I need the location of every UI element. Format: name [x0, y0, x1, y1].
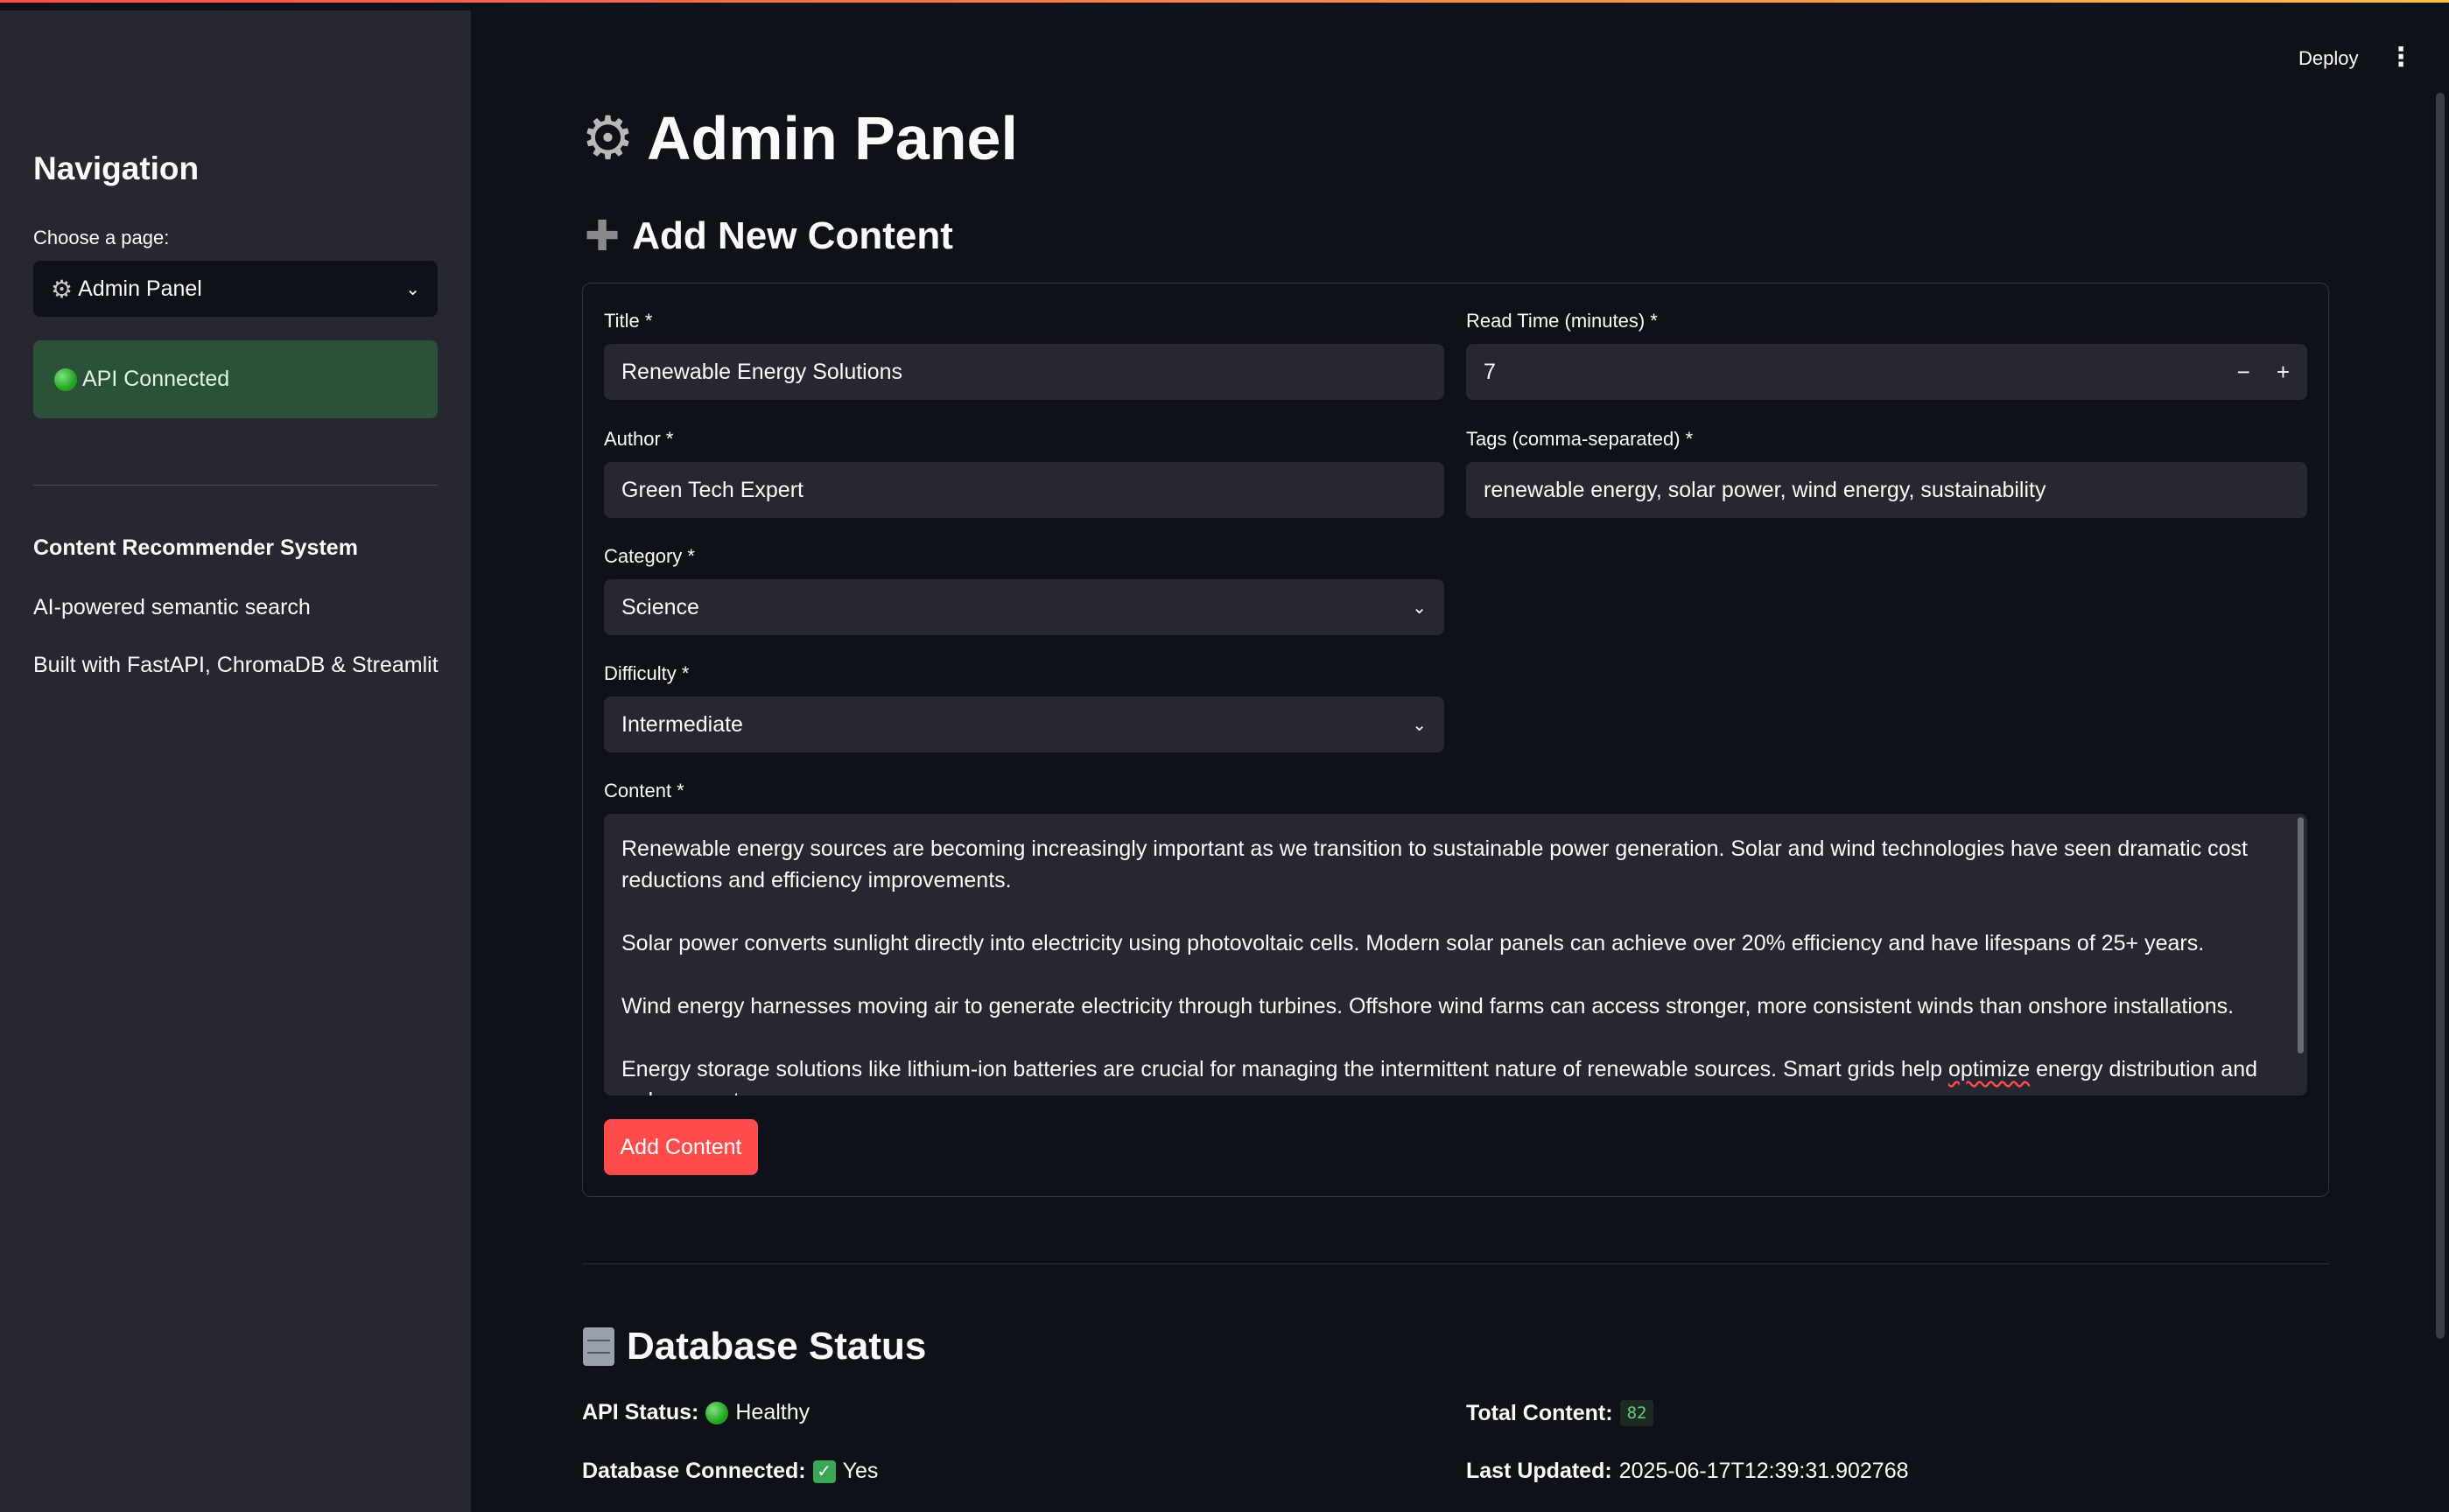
- tags-input-value: renewable energy, solar power, wind ener…: [1484, 477, 2046, 502]
- category-select[interactable]: Science ⌄: [604, 579, 1444, 635]
- total-content-stat: Total Content: 82: [1466, 1400, 1654, 1426]
- content-paragraph: Renewable energy sources are becoming in…: [621, 836, 2248, 892]
- sidebar: Navigation Choose a page: ⚙ Admin Panel …: [0, 10, 471, 1512]
- check-mark-icon: ✓: [812, 1460, 836, 1483]
- category-select-value: Science: [621, 594, 699, 620]
- chevron-down-icon: ⌄: [1412, 598, 1427, 618]
- api-status-stat: API Status: Healthy: [582, 1400, 810, 1425]
- author-input[interactable]: Green Tech Expert: [604, 462, 1444, 518]
- api-status-label: API Status:: [582, 1400, 699, 1424]
- chevron-down-icon: ⌄: [1412, 715, 1427, 735]
- content-textarea[interactable]: Renewable energy sources are becoming in…: [604, 814, 2307, 1096]
- total-content-value: 82: [1619, 1400, 1654, 1426]
- add-content-heading: ✚ Add New Content: [585, 212, 953, 261]
- title-input[interactable]: Renewable Energy Solutions: [604, 344, 1444, 400]
- deploy-button[interactable]: Deploy: [2298, 47, 2358, 70]
- top-decoration-bar: [0, 0, 2449, 10]
- api-status-alert: API Connected: [33, 340, 438, 418]
- add-content-button[interactable]: Add Content: [604, 1119, 758, 1175]
- api-status-value: Healthy: [735, 1400, 810, 1424]
- api-status-text: API Connected: [82, 367, 230, 391]
- title-label: Title *: [604, 310, 653, 332]
- database-status-heading: Database Status: [583, 1325, 926, 1368]
- page-select-label: Choose a page:: [33, 227, 170, 248]
- textarea-scrollbar[interactable]: [2298, 817, 2304, 1054]
- read-time-label: Read Time (minutes) *: [1466, 310, 1658, 332]
- green-circle-icon: [54, 368, 77, 391]
- system-description: AI-powered semantic search: [33, 595, 311, 620]
- read-time-stepper[interactable]: 7 − +: [1466, 344, 2307, 400]
- title-input-value: Renewable Energy Solutions: [621, 359, 903, 384]
- page-select[interactable]: ⚙ Admin Panel ⌄: [33, 261, 438, 317]
- content-label: Content *: [604, 780, 684, 802]
- system-title: Content Recommender System: [33, 536, 358, 560]
- db-connected-value: Yes: [842, 1459, 879, 1483]
- last-updated-stat: Last Updated: 2025-06-17T12:39:31.902768: [1466, 1459, 1909, 1484]
- difficulty-label: Difficulty *: [604, 662, 690, 684]
- system-credits: Built with FastAPI, ChromaDB & Streamlit: [33, 653, 439, 677]
- author-label: Author *: [604, 428, 674, 450]
- last-updated-value: 2025-06-17T12:39:31.902768: [1618, 1459, 1909, 1483]
- gear-icon: ⚙: [581, 104, 635, 172]
- author-input-value: Green Tech Expert: [621, 477, 803, 502]
- green-circle-icon: [705, 1401, 729, 1424]
- plus-icon: ✚: [585, 214, 621, 260]
- page-title: ⚙ Admin Panel: [581, 103, 1018, 173]
- database-status-heading-text: Database Status: [627, 1325, 927, 1368]
- content-text: Energy storage solutions like lithium-io…: [621, 1057, 1949, 1082]
- db-connected-stat: Database Connected: ✓ Yes: [582, 1459, 878, 1484]
- content-paragraph: Wind energy harnesses moving air to gene…: [621, 994, 2235, 1018]
- spellcheck-word: optimize: [1948, 1057, 2031, 1082]
- page-scrollbar[interactable]: [2436, 93, 2445, 1339]
- last-updated-label: Last Updated:: [1466, 1459, 1612, 1483]
- tags-label: Tags (comma-separated) *: [1466, 428, 1694, 450]
- add-content-heading-text: Add New Content: [632, 214, 953, 257]
- content-paragraph: Solar power converts sunlight directly i…: [621, 931, 2205, 956]
- decrement-button[interactable]: −: [2237, 359, 2250, 386]
- db-connected-label: Database Connected:: [582, 1459, 806, 1483]
- increment-button[interactable]: +: [2277, 359, 2290, 386]
- content-paragraph: Energy storage solutions like lithium-io…: [621, 1054, 2276, 1096]
- tags-input[interactable]: renewable energy, solar power, wind ener…: [1466, 462, 2307, 518]
- difficulty-select[interactable]: Intermediate ⌄: [604, 696, 1444, 752]
- sidebar-heading: Navigation: [33, 150, 200, 186]
- difficulty-select-value: Intermediate: [621, 711, 743, 737]
- page-title-text: Admin Panel: [646, 104, 1018, 172]
- page-select-value: Admin Panel: [78, 276, 202, 301]
- read-time-value: 7: [1484, 359, 1496, 384]
- file-cabinet-icon: [583, 1327, 614, 1366]
- sidebar-divider: [33, 485, 438, 486]
- chevron-down-icon: ⌄: [405, 279, 420, 299]
- category-label: Category *: [604, 545, 695, 567]
- gear-icon: ⚙: [51, 275, 74, 303]
- kebab-menu-icon[interactable]: ⋮: [2388, 42, 2414, 73]
- total-content-label: Total Content:: [1466, 1400, 1613, 1425]
